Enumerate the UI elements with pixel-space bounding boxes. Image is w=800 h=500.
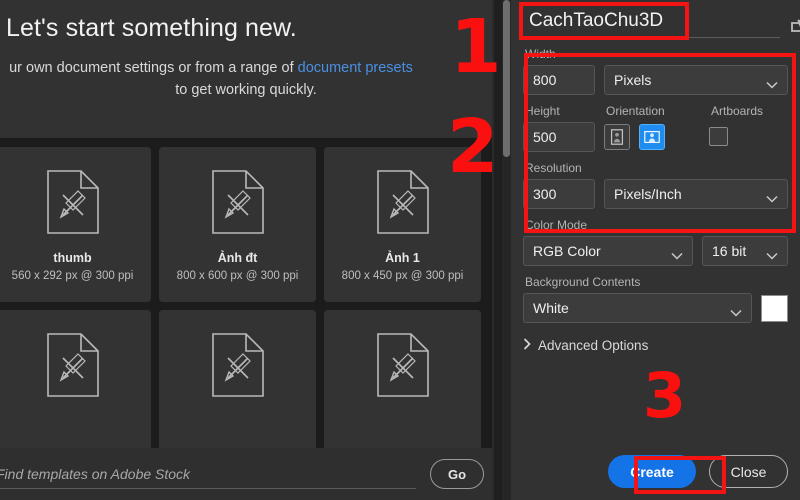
width-input[interactable] <box>523 65 595 95</box>
color-mode-value: RGB Color <box>533 243 601 259</box>
stock-search-input[interactable] <box>0 459 416 489</box>
left-panel: Let's start something new. ur own docume… <box>0 0 492 500</box>
height-orientation-artboards-labels: Height Orientation Artboards <box>523 95 788 122</box>
resolution-input[interactable] <box>523 179 595 209</box>
template-card-meta: 560 x 292 px @ 300 ppi <box>11 270 134 282</box>
advanced-options-toggle[interactable]: Advanced Options <box>523 338 788 353</box>
document-name-row <box>523 0 800 38</box>
document-pencil-ruler-icon <box>375 169 431 235</box>
advanced-options-label: Advanced Options <box>538 338 649 353</box>
template-card[interactable] <box>324 310 481 448</box>
document-pencil-ruler-icon <box>375 332 431 398</box>
orientation-label: Orientation <box>606 104 665 118</box>
document-pencil-ruler-icon <box>45 169 101 235</box>
chevron-down-icon <box>766 247 778 260</box>
document-pencil-ruler-icon <box>210 169 266 235</box>
template-card-name: Ảnh đt <box>217 251 258 265</box>
height-label: Height <box>525 104 560 118</box>
template-card-meta: 800 x 600 px @ 300 ppi <box>176 270 299 282</box>
background-color-swatch[interactable] <box>761 294 788 322</box>
color-mode-row: RGB Color 16 bit <box>523 236 788 266</box>
panel-divider <box>494 0 502 500</box>
save-preset-icon[interactable] <box>788 10 800 36</box>
bit-depth-select[interactable]: 16 bit <box>702 236 788 266</box>
template-card-name: thumb <box>53 251 92 265</box>
width-unit-select[interactable]: Pixels <box>604 65 788 95</box>
background-contents-select[interactable]: White <box>523 293 752 323</box>
resolution-row: Pixels/Inch <box>523 179 788 209</box>
template-card-meta: 800 x 450 px @ 300 ppi <box>341 270 464 282</box>
width-unit-value: Pixels <box>614 72 652 88</box>
landscape-orientation-icon[interactable] <box>639 124 665 150</box>
background-contents-label: Background Contents <box>525 275 641 289</box>
photoshop-new-document-dialog: Let's start something new. ur own docume… <box>0 0 800 500</box>
page-title: Let's start something new. <box>6 14 297 42</box>
chevron-down-icon <box>766 190 778 203</box>
bit-depth-value: 16 bit <box>712 243 747 259</box>
portrait-orientation-icon[interactable] <box>604 124 630 150</box>
background-contents-value: White <box>533 300 569 316</box>
resolution-label: Resolution <box>525 161 582 175</box>
template-row-2 <box>0 310 492 448</box>
document-pencil-ruler-icon <box>45 332 101 398</box>
color-mode-label: Color Mode <box>525 218 588 232</box>
document-name-input[interactable] <box>523 6 780 38</box>
scrollbar-thumb[interactable] <box>503 0 510 157</box>
go-button[interactable]: Go <box>430 459 484 489</box>
resolution-unit-select[interactable]: Pixels/Inch <box>604 179 788 209</box>
hero-section: Let's start something new. ur own docume… <box>0 0 492 138</box>
document-presets-link[interactable]: document presets <box>298 60 413 76</box>
hero-subtitle-line2: to get working quickly. <box>175 82 317 99</box>
template-card[interactable] <box>159 310 316 448</box>
chevron-down-icon <box>730 304 742 317</box>
width-row: Pixels <box>523 65 788 95</box>
document-settings-panel: Width Pixels Height Orientation Artboard… <box>511 0 800 500</box>
template-card-anh-1[interactable]: Ảnh 1 800 x 450 px @ 300 ppi <box>324 147 481 302</box>
background-contents-row: White <box>523 293 788 323</box>
chevron-down-icon <box>671 247 683 260</box>
dialog-actions: Create Close <box>523 455 788 488</box>
create-button[interactable]: Create <box>608 455 696 488</box>
chevron-down-icon <box>766 76 778 89</box>
template-card-thumb[interactable]: thumb 560 x 292 px @ 300 ppi <box>0 147 151 302</box>
width-label: Width <box>525 47 556 61</box>
color-mode-select[interactable]: RGB Color <box>523 236 693 266</box>
artboards-checkbox[interactable] <box>709 127 728 146</box>
chevron-right-icon <box>523 338 531 353</box>
artboards-label: Artboards <box>711 104 764 118</box>
document-pencil-ruler-icon <box>210 332 266 398</box>
template-card-name: Ảnh 1 <box>385 251 420 265</box>
template-grid: thumb 560 x 292 px @ 300 ppi Ảnh đt 800 … <box>0 138 492 448</box>
height-orientation-artboards-controls <box>523 122 788 152</box>
height-input[interactable] <box>523 122 595 152</box>
adobe-stock-search-bar: Go <box>0 448 492 500</box>
template-card[interactable] <box>0 310 151 448</box>
resolution-unit-value: Pixels/Inch <box>614 186 682 202</box>
orientation-toggle-group <box>604 124 709 150</box>
hero-subtitle-text: ur own document settings or from a range… <box>9 60 298 76</box>
close-button[interactable]: Close <box>709 455 788 488</box>
template-card-anh-dt[interactable]: Ảnh đt 800 x 600 px @ 300 ppi <box>159 147 316 302</box>
template-row-1: thumb 560 x 292 px @ 300 ppi Ảnh đt 800 … <box>0 147 492 310</box>
hero-subtitle: ur own document settings or from a range… <box>0 57 492 102</box>
